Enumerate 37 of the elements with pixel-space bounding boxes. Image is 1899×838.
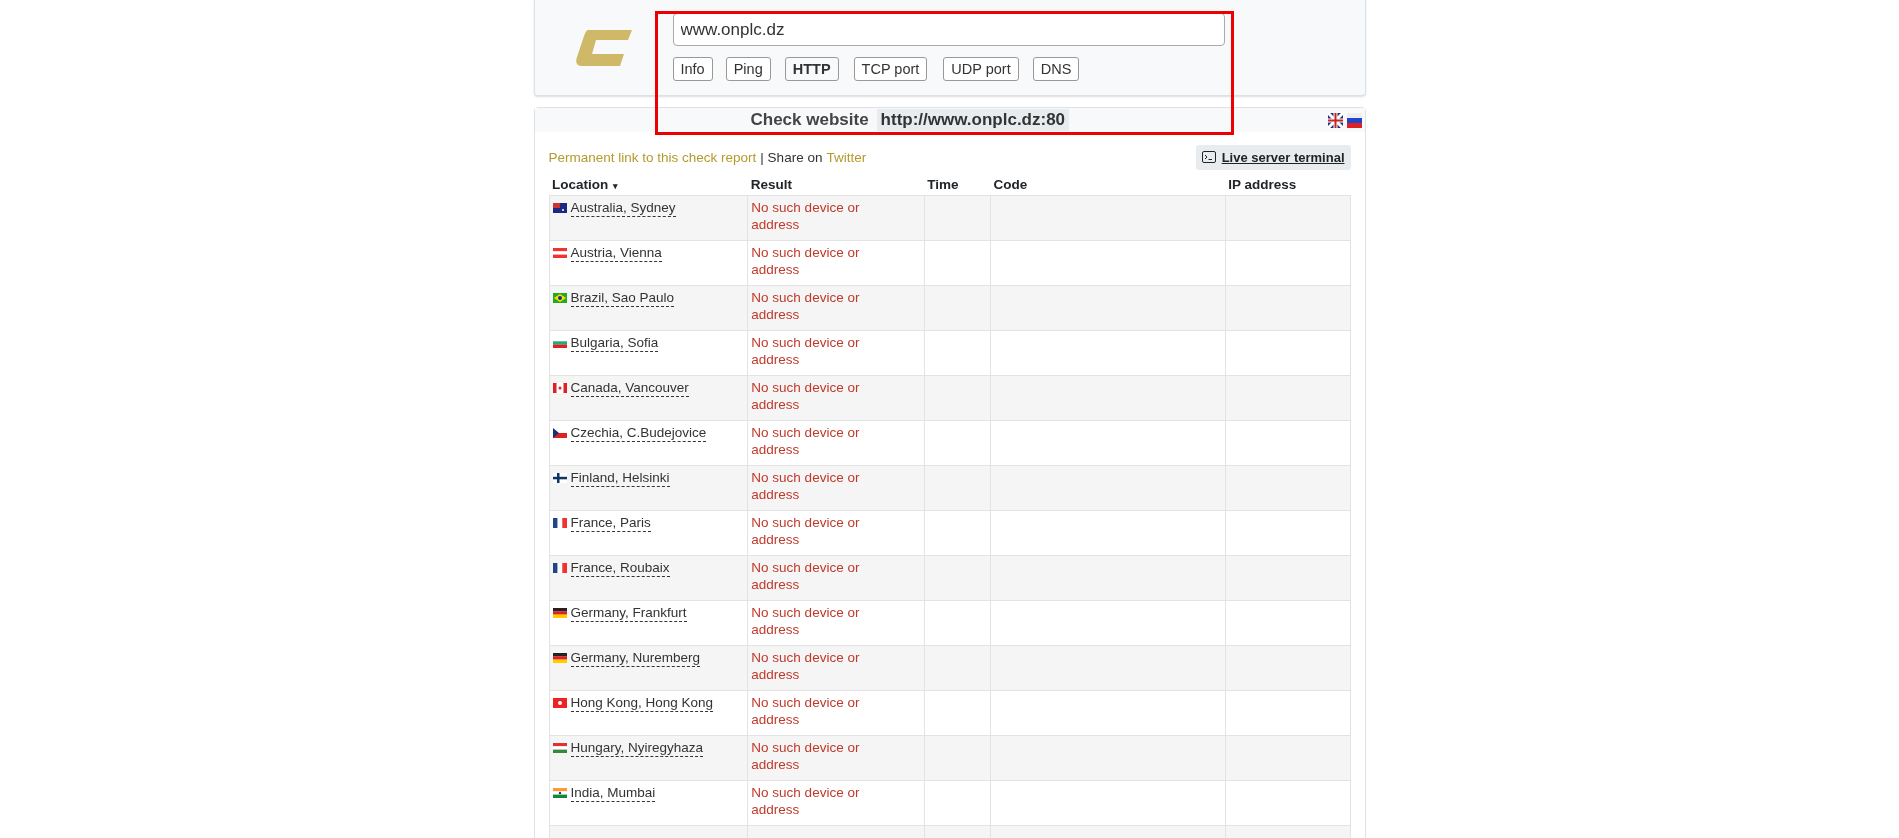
result-text: No such device or address: [751, 514, 861, 548]
result-text: No such device or address: [751, 559, 861, 593]
check-target: http://www.onplc.dz:80: [876, 109, 1070, 131]
location-link[interactable]: India, Mumbai: [570, 784, 656, 802]
check-type-tab[interactable]: HTTP: [784, 57, 839, 81]
result-text: No such device or address: [751, 604, 861, 638]
result-text: No such device or address: [751, 739, 861, 773]
check-type-tab[interactable]: DNS: [1032, 57, 1080, 81]
column-header[interactable]: IP address: [1228, 177, 1297, 192]
result-text: No such device or address: [751, 424, 861, 458]
result-text: No such device or address: [751, 334, 861, 368]
result-text: No such device or address: [751, 694, 861, 728]
column-header[interactable]: Location: [552, 177, 609, 192]
column-header[interactable]: Code: [993, 177, 1028, 192]
location-link[interactable]: France, Roubaix: [570, 559, 670, 577]
check-type-tab[interactable]: UDP port: [943, 57, 1019, 81]
check-type-tab[interactable]: TCP port: [853, 57, 928, 81]
url-field[interactable]: www.onplc.dz: [672, 13, 1225, 46]
location-link[interactable]: Finland, Helsinki: [570, 469, 670, 487]
result-text: No such device or address: [751, 649, 861, 683]
result-text: No such device or address: [751, 379, 861, 413]
result-text: No such device or address: [751, 289, 861, 323]
check-type-tab[interactable]: Info: [672, 57, 713, 81]
column-header[interactable]: Time: [927, 177, 959, 192]
check-title: Check website: [750, 110, 869, 130]
share-label: | Share on: [760, 149, 823, 165]
sort-indicator[interactable]: ▾: [613, 181, 619, 191]
result-text: No such device or address: [751, 199, 861, 233]
result-text: No such device or address: [751, 784, 861, 818]
result-text: No such device or address: [751, 469, 861, 503]
location-link[interactable]: Austria, Vienna: [570, 244, 662, 262]
check-type-tab[interactable]: Ping: [725, 57, 771, 81]
location-link[interactable]: Bulgaria, Sofia: [570, 334, 659, 352]
column-header[interactable]: Result: [750, 177, 793, 192]
result-text: No such device or address: [751, 244, 861, 278]
terminal-button[interactable]: Live server terminal: [1195, 144, 1351, 170]
location-link[interactable]: France, Paris: [570, 514, 651, 532]
